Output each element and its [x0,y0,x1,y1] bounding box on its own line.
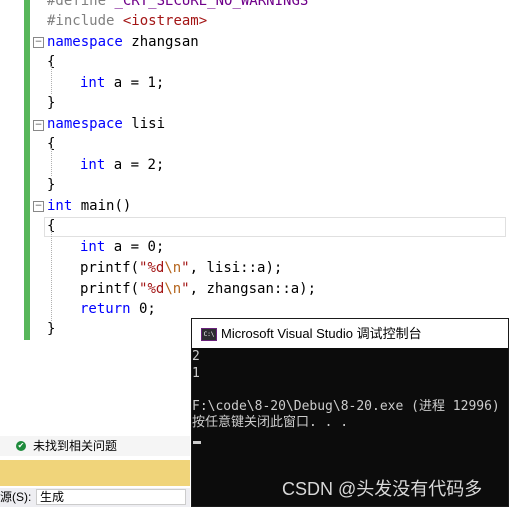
issues-status-text: 未找到相关问题 [33,439,118,453]
keyword: namespace [47,34,123,50]
source-dropdown[interactable]: 生成 [36,489,186,505]
function-call: printf( [80,260,140,276]
indent-guide [51,148,52,176]
type-keyword: int [80,157,106,173]
console-output-line: 1 [192,366,200,381]
keyword: return [80,301,131,317]
current-line-highlight [44,217,506,237]
type-keyword: int [80,239,106,255]
code-line-ns2-body[interactable]: int a = 2; [80,155,164,175]
function-signature: main() [72,198,132,214]
code-line-namespace-zhangsan[interactable]: namespace zhangsan [47,32,199,52]
watermark: CSDN @头发没有代码多 [282,479,483,499]
code-line-ns1-body[interactable]: int a = 1; [80,73,164,93]
escape-sequence: \n [164,281,182,297]
string-literal-end: " [181,260,190,276]
include-header: <iostream> [114,13,208,29]
statement: a = 1; [105,75,165,91]
error-status-bar[interactable]: ✔ 未找到相关问题 [0,436,190,456]
type-keyword: int [47,198,73,214]
fold-collapse-icon[interactable]: − [33,201,44,212]
statement: 0; [130,301,156,317]
console-output-line: 2 [192,349,200,364]
code-line-brace[interactable]: } [47,319,55,339]
fold-collapse-icon[interactable]: − [33,37,44,48]
type-keyword: int [80,75,106,91]
code-line-brace[interactable]: } [47,175,55,195]
call-arguments: , zhangsan::a); [189,281,317,297]
preprocessor-keyword: #include [47,13,115,29]
code-line-brace[interactable]: } [47,93,55,113]
indent-guide [51,231,52,321]
check-circle-icon: ✔ [16,441,26,451]
macro-name: _CRT_SECURE_NO_WARNINGS [106,0,309,9]
escape-sequence: \n [164,260,182,276]
source-label: 源(S): [0,490,32,504]
code-line-main-body-2[interactable]: printf("%d\n", lisi::a); [80,258,282,278]
code-line-namespace-lisi[interactable]: namespace lisi [47,114,165,134]
string-literal: "%d [139,281,165,297]
console-cursor [193,441,201,444]
output-tab-strip [0,460,190,486]
code-line-main-body-1[interactable]: int a = 0; [80,237,164,257]
string-literal: "%d [139,260,165,276]
statement: a = 2; [105,157,165,173]
indent-guide [51,66,52,94]
statement: a = 0; [105,239,165,255]
code-line-define[interactable]: #define _CRT_SECURE_NO_WARNINGS [47,0,308,11]
code-line-include[interactable]: #include <iostream> [47,11,207,31]
keyword: namespace [47,116,123,132]
fold-collapse-icon[interactable]: − [33,120,44,131]
output-source-row: 源(S): 生成 [0,488,190,507]
change-tracking-bar [24,0,30,340]
console-app-icon: C:\ [201,328,217,341]
code-line-main[interactable]: int main() [47,196,131,216]
function-call: printf( [80,281,140,297]
namespace-name: zhangsan [122,34,199,50]
console-output-line: 按任意键关闭此窗口. . . [192,415,349,430]
string-literal-end: " [181,281,190,297]
namespace-name: lisi [122,116,166,132]
code-line-main-body-3[interactable]: printf("%d\n", zhangsan::a); [80,279,316,299]
call-arguments: , lisi::a); [189,260,283,276]
code-line-main-body-4[interactable]: return 0; [80,299,156,319]
console-title: Microsoft Visual Studio 调试控制台 [221,326,422,341]
console-output-line: F:\code\8-20\Debug\8-20.exe (进程 12996) [192,399,500,414]
preprocessor-keyword: #define [47,0,107,9]
console-titlebar[interactable]: C:\ Microsoft Visual Studio 调试控制台 [192,319,508,348]
